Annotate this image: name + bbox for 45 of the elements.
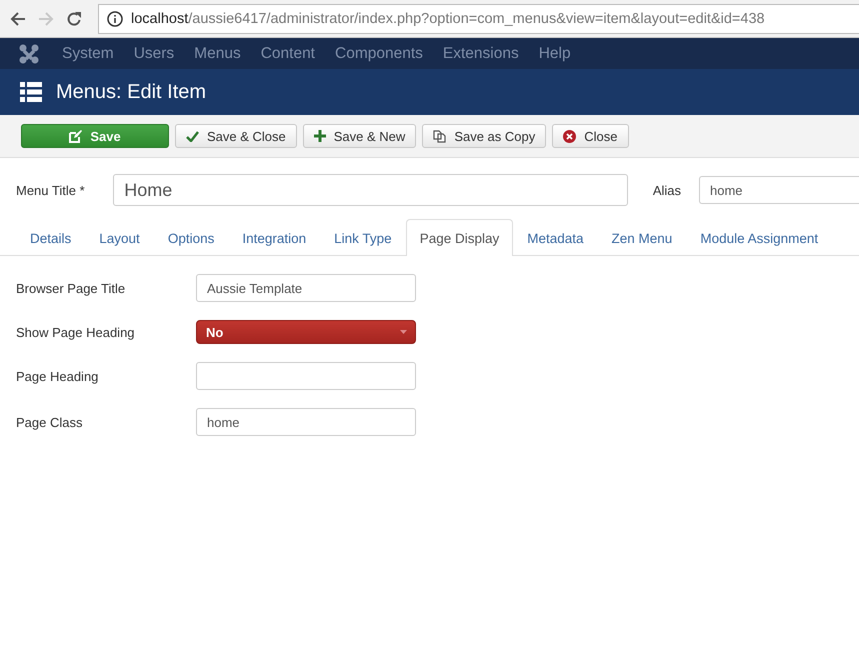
menu-item[interactable]: Help: [528, 44, 581, 62]
page-title: Menus: Edit Item: [56, 80, 206, 104]
field-label: Show Page Heading: [16, 324, 136, 340]
tab[interactable]: Link Type: [320, 220, 406, 256]
input-field[interactable]: [196, 362, 416, 390]
field-label: Menu Title *: [16, 182, 86, 198]
menu-item[interactable]: Content: [250, 44, 325, 62]
menu-item[interactable]: System: [52, 44, 124, 62]
copy-icon: [433, 130, 446, 142]
toolbar-button[interactable]: Save: [21, 124, 169, 148]
field-label: Page Class: [16, 414, 84, 430]
toolbar-button[interactable]: Save & Close: [175, 124, 297, 148]
menu-item[interactable]: Extensions: [432, 44, 529, 62]
reload-icon[interactable]: [66, 10, 82, 26]
list-icon: [20, 82, 42, 102]
menu-item[interactable]: Components: [325, 44, 433, 62]
edit-icon: [69, 130, 82, 142]
check-icon: [186, 130, 199, 142]
close-icon: [563, 130, 576, 142]
tab[interactable]: Zen Menu: [598, 220, 686, 256]
toolbar-button[interactable]: Save as Copy: [422, 124, 546, 148]
tab[interactable]: Options: [154, 220, 228, 256]
input-field[interactable]: Home: [113, 174, 628, 206]
flower-logo-icon[interactable]: [18, 42, 40, 64]
field-label: Alias: [652, 182, 681, 198]
toolbar-button[interactable]: Close: [552, 124, 628, 148]
tab[interactable]: Page Display: [406, 219, 514, 256]
plus-icon: [314, 130, 326, 142]
input-field[interactable]: Aussie Template: [196, 274, 416, 302]
input-field[interactable]: home: [196, 408, 416, 436]
back-icon[interactable]: [10, 10, 26, 26]
info-icon[interactable]: [107, 10, 123, 26]
tab[interactable]: Details: [16, 220, 86, 256]
tab[interactable]: Integration: [228, 220, 320, 256]
field-label: Page Heading: [16, 368, 100, 384]
field-label: Browser Page Title: [16, 280, 126, 296]
tab[interactable]: Module Assignment: [686, 220, 832, 256]
input-field[interactable]: home: [699, 176, 859, 204]
toolbar-button[interactable]: Save & New: [302, 124, 416, 148]
menu-item[interactable]: Users: [124, 44, 184, 62]
tab[interactable]: Metadata: [513, 220, 598, 256]
caret-icon: [400, 330, 407, 334]
menu-item[interactable]: Menus: [184, 44, 251, 62]
tab[interactable]: Layout: [85, 220, 154, 256]
select-field[interactable]: No: [196, 320, 416, 344]
